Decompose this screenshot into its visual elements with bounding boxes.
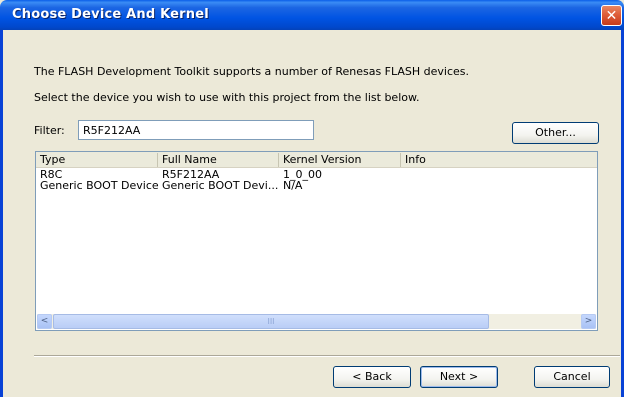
intro-text-line1: The FLASH Development Toolkit supports a… [34, 65, 470, 78]
filter-label: Filter: [34, 124, 65, 137]
cell-full-name: Generic BOOT Devi... [162, 179, 279, 192]
divider [34, 355, 620, 357]
scroll-right-icon[interactable]: > [581, 314, 596, 329]
window-title: Choose Device And Kernel [12, 7, 209, 22]
column-header-type[interactable]: Type [36, 153, 158, 167]
list-row[interactable]: Generic BOOT Device Generic BOOT Devi...… [36, 180, 597, 192]
back-button[interactable]: < Back [333, 366, 411, 388]
intro-text-line2: Select the device you wish to use with t… [34, 91, 420, 104]
other-button[interactable]: Other... [512, 122, 599, 144]
scroll-left-icon[interactable]: < [37, 314, 52, 329]
horizontal-scrollbar[interactable]: < III > [37, 314, 596, 329]
cell-type: Generic BOOT Device [40, 179, 159, 192]
cell-kernel-version: N/A [283, 179, 303, 192]
device-list[interactable]: Type Full Name Kernel Version Info R8C R… [35, 151, 598, 331]
close-icon[interactable]: ✕ [601, 5, 622, 26]
column-header-kernel-version[interactable]: Kernel Version [279, 153, 401, 167]
list-header: Type Full Name Kernel Version Info [36, 152, 597, 168]
scrollbar-thumb[interactable]: III [53, 314, 489, 329]
next-button[interactable]: Next > [420, 366, 498, 388]
filter-input[interactable] [78, 120, 314, 140]
column-header-full-name[interactable]: Full Name [158, 153, 279, 167]
cancel-button[interactable]: Cancel [534, 366, 610, 388]
column-header-info[interactable]: Info [401, 153, 597, 167]
title-bar[interactable]: Choose Device And Kernel ✕ [0, 0, 624, 30]
